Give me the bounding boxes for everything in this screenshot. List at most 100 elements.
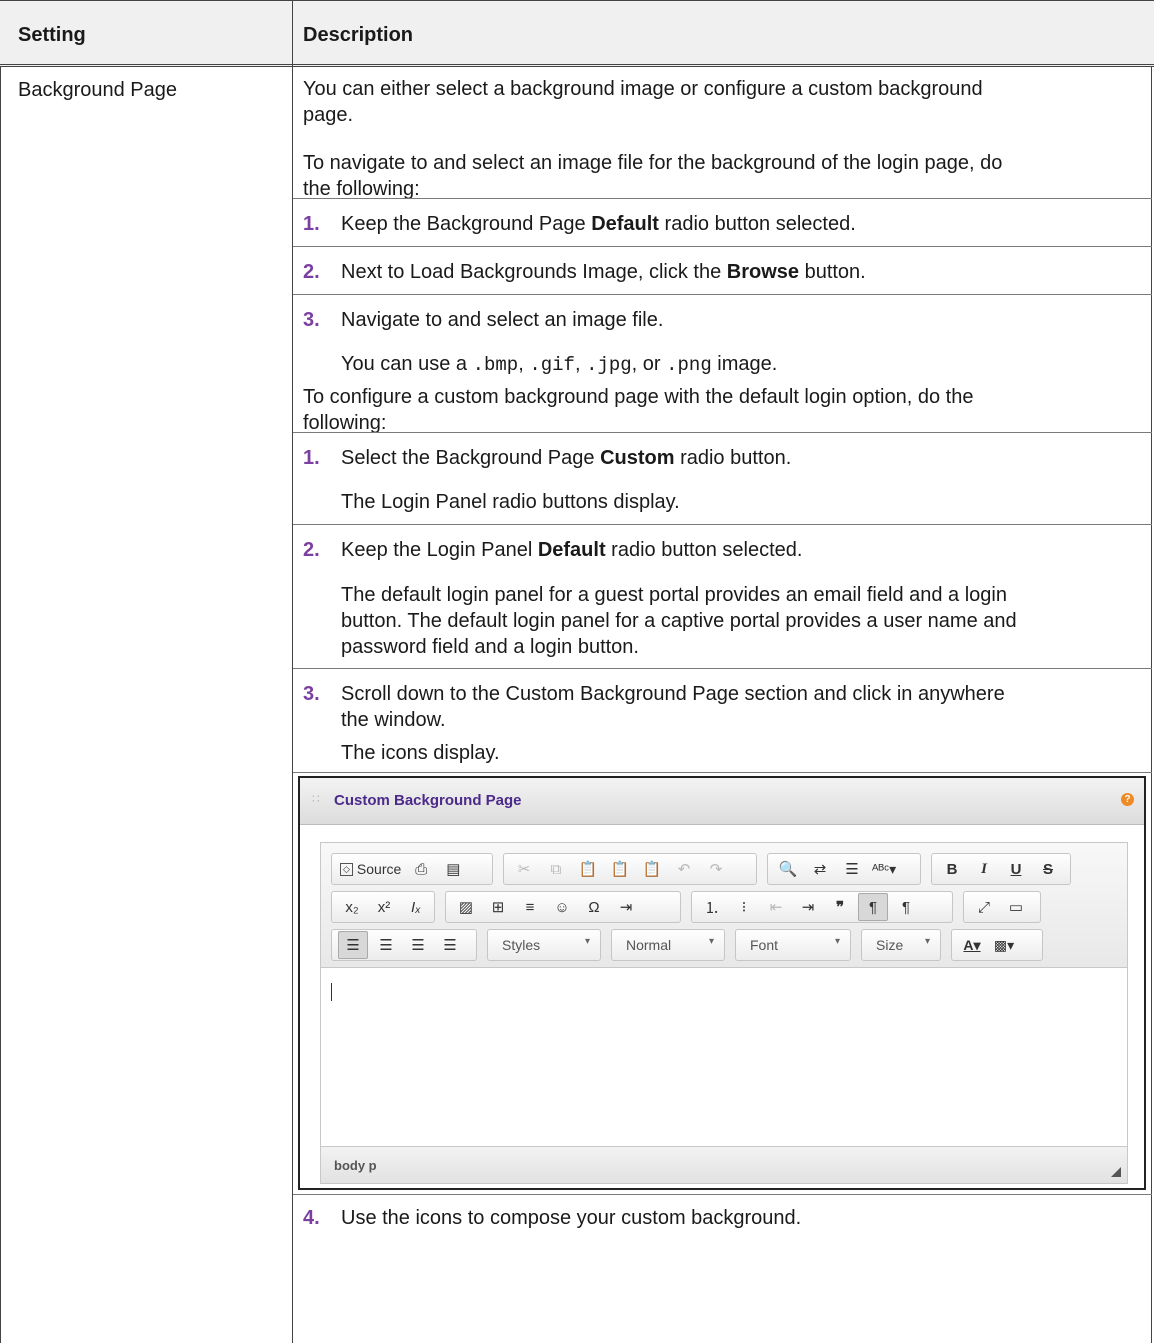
editor-toolbar: ◇Source ⎙ ▤ ✂ ⧉ 📋 📋 📋 ↶ ↷ 🔍 ⇄ ☰ ᴬᴮᶜ▾ B [321,843,1127,968]
outdent-icon[interactable]: ⇤ [762,894,790,920]
page-break-icon[interactable]: ⇥ [612,894,640,920]
numbered-list-icon[interactable]: ⒈ [698,894,726,920]
maximize-icon[interactable]: ⤢ [970,894,998,920]
copy-icon[interactable]: ⧉ [542,856,570,882]
chevron-down-icon: ▾ [584,936,590,947]
image-step-1: 1. Keep the Background Page Default radio… [303,213,856,235]
table-header: Setting Description [0,0,1154,67]
image-intro-paragraph: To navigate to and select an image file … [303,152,1003,200]
source-button[interactable]: ◇ Source [338,856,403,882]
basic-styles-group: B I U S [931,853,1071,885]
row-divider [293,1194,1152,1195]
setting-name: Background Page [18,79,178,101]
cut-icon[interactable]: ✂ [510,856,538,882]
element-path[interactable]: body p [334,1158,377,1173]
custom-step-4: 4. Use the icons to compose your custom b… [303,1207,802,1229]
custom-background-editor: ∷ Custom Background Page ? ◇ Source ⎙ ▤ ✂… [298,776,1146,1190]
font-dropdown[interactable]: Font ▾ [735,929,851,961]
source-icon: ◇ [340,862,353,876]
table-icon[interactable]: ⊞ [484,894,512,920]
redo-icon[interactable]: ↷ [702,856,730,882]
superscript-icon[interactable]: x² [370,894,398,920]
background-color-icon[interactable]: ▩▾ [990,932,1018,958]
subscript-icon[interactable]: x₂ [338,894,366,920]
preview-icon[interactable]: ▤ [439,856,467,882]
justify-icon[interactable]: ☰ [436,932,464,958]
blockquote-icon[interactable]: ❞ [826,894,854,920]
paste-word-icon[interactable]: 📋 [638,856,666,882]
paragraph-group: ⒈ ⁝ ⇤ ⇥ ❞ ¶ ¶ [691,891,953,923]
paste-icon[interactable]: 📋 [574,856,602,882]
image-icon[interactable]: ▨ [452,894,480,920]
custom-intro-paragraph: To configure a custom background page wi… [303,386,974,434]
custom-step-1: 1. Select the Background Page Custom radi… [303,447,792,469]
text-color-icon[interactable]: A▾ [958,932,986,958]
header-setting: Setting [18,24,86,46]
bold-button[interactable]: B [938,856,966,882]
help-icon[interactable]: ? [1121,793,1134,806]
row-divider [293,432,1152,433]
indent-icon[interactable]: ⇥ [794,894,822,920]
document-group: ◇ Source ⎙ ▤ [331,853,493,885]
custom-step-2: 2. Keep the Login Panel Default radio but… [303,539,803,561]
size-dropdown[interactable]: Size ▾ [861,929,941,961]
rtl-icon[interactable]: ¶ [892,894,920,920]
resize-handle-icon[interactable] [1111,1167,1121,1177]
image-step-3: 3. Navigate to and select an image file. [303,309,664,331]
replace-icon[interactable]: ⇄ [806,856,834,882]
clipboard-group: ✂ ⧉ 📋 📋 📋 ↶ ↷ [503,853,757,885]
format-dropdown[interactable]: Normal ▾ [611,929,725,961]
formats-note: You can use a .bmp, .gif, .jpg, or .png … [341,353,778,376]
row-divider [293,668,1152,669]
custom-step-3: 3. Scroll down to the Custom Background P… [303,683,1005,731]
image-step-2: 2. Next to Load Backgrounds Image, click … [303,261,866,283]
editor-title: Custom Background Page [334,792,522,809]
insert-group: ▨ ⊞ ≡ ☺ Ω ⇥ [445,891,681,923]
underline-button[interactable]: U [1002,856,1030,882]
editor-content-area[interactable] [321,968,1127,1148]
spellcheck-icon[interactable]: ᴬᴮᶜ▾ [870,856,898,882]
chevron-down-icon: ▾ [708,936,714,947]
strikethrough-button[interactable]: S [1034,856,1062,882]
editing-group: 🔍 ⇄ ☰ ᴬᴮᶜ▾ [767,853,921,885]
editor-title-bar: ∷ Custom Background Page ? [300,778,1144,825]
script-group: x₂ x² Iₓ [331,891,435,923]
align-center-icon[interactable]: ☰ [372,932,400,958]
custom-step-2-note: The default login panel for a guest port… [341,584,1017,658]
show-blocks-icon[interactable]: ▭ [1002,894,1030,920]
find-icon[interactable]: 🔍 [774,856,802,882]
styles-dropdown[interactable]: Styles ▾ [487,929,601,961]
horizontal-line-icon[interactable]: ≡ [516,894,544,920]
color-group: A▾ ▩▾ [951,929,1043,961]
row-divider [293,246,1152,247]
text-caret [331,983,332,1001]
row-divider [293,294,1152,295]
row-divider [293,772,1152,773]
editor-status-bar: body p [321,1146,1127,1183]
tools-group: ⤢ ▭ [963,891,1041,923]
rich-text-editor: ◇Source ⎙ ▤ ✂ ⧉ 📋 📋 📋 ↶ ↷ 🔍 ⇄ ☰ ᴬᴮᶜ▾ B [320,842,1128,1184]
italic-button[interactable]: I [970,856,998,882]
select-all-icon[interactable]: ☰ [838,856,866,882]
align-left-icon[interactable]: ☰ [338,931,368,959]
row-divider [293,524,1152,525]
header-description: Description [303,24,414,46]
undo-icon[interactable]: ↶ [670,856,698,882]
remove-format-icon[interactable]: Iₓ [402,894,430,920]
row-divider [293,198,1152,199]
smiley-icon[interactable]: ☺ [548,894,576,920]
bulleted-list-icon[interactable]: ⁝ [730,894,758,920]
custom-step-3-note: The icons display. [341,742,500,764]
special-char-icon[interactable]: Ω [580,894,608,920]
intro-paragraph: You can either select a background image… [303,78,983,126]
ltr-icon[interactable]: ¶ [858,893,888,921]
chevron-down-icon: ▾ [834,936,840,947]
align-group: ☰ ☰ ☰ ☰ [331,929,477,961]
align-right-icon[interactable]: ☰ [404,932,432,958]
print-icon[interactable]: ⎙ [407,856,435,882]
custom-step-1-note: The Login Panel radio buttons display. [341,491,680,513]
chevron-down-icon: ▾ [924,936,930,947]
paste-text-icon[interactable]: 📋 [606,856,634,882]
drag-handle-icon[interactable]: ∷ [312,792,320,806]
column-divider [292,0,293,1343]
